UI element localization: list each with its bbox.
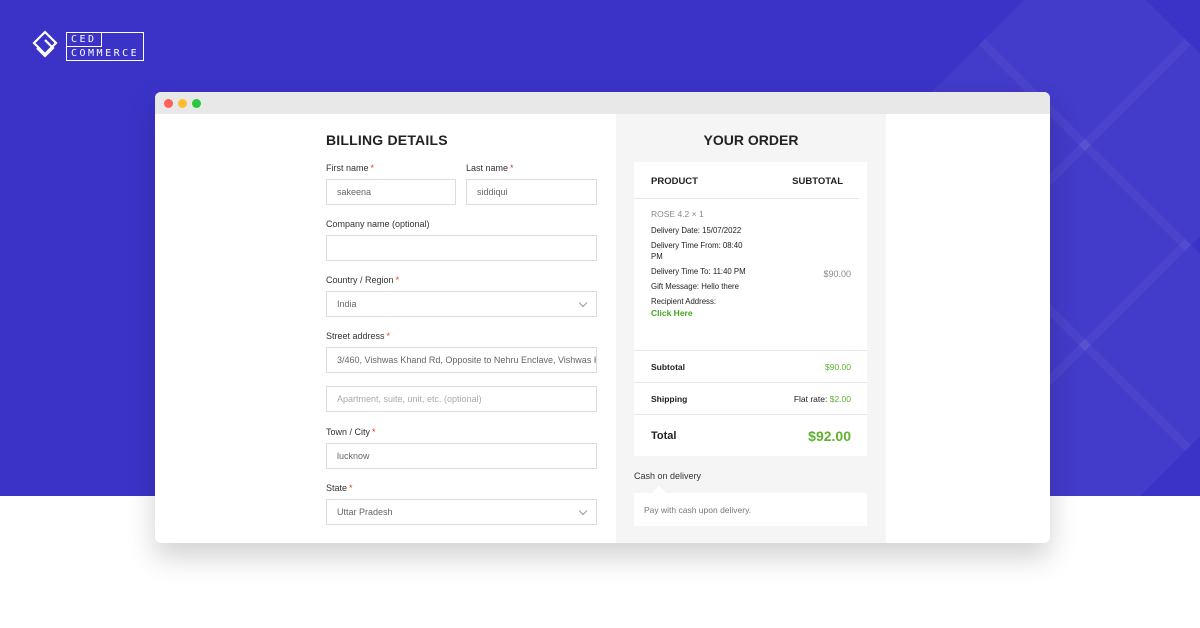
apartment-field[interactable]: Apartment, suite, unit, etc. (optional) [326, 386, 597, 412]
city-label: Town / City * [326, 427, 376, 437]
payment-method-label[interactable]: Cash on delivery [634, 471, 701, 481]
maximize-dot-icon[interactable] [192, 98, 201, 108]
city-field[interactable]: lucknow [326, 443, 597, 469]
required-mark: * [510, 163, 514, 173]
browser-window: BILLING DETAILS First name * sakeena Last… [155, 92, 1050, 543]
billing-details-section: BILLING DETAILS First name * sakeena Last… [326, 114, 598, 525]
order-line-item: ROSE 4.2 × 1 Delivery Date: 15/07/2022 D… [634, 199, 867, 351]
shipping-row: Shipping Flat rate: $2.00 [634, 383, 867, 415]
subtotal-value: $90.00 [825, 361, 851, 372]
order-title: YOUR ORDER [703, 132, 799, 148]
delivery-date: Delivery Date: 15/07/2022 [651, 226, 742, 235]
window-titlebar [155, 92, 1050, 114]
required-mark: * [370, 163, 375, 173]
required-mark: * [395, 275, 400, 285]
minimize-dot-icon[interactable] [178, 98, 187, 108]
delivery-time-from: Delivery Time From: 08:40 PM [651, 241, 743, 261]
product-column-header: PRODUCT [651, 176, 698, 187]
order-table: PRODUCT SUBTOTAL ROSE 4.2 × 1 Delivery D… [634, 162, 867, 456]
chevron-down-icon [578, 298, 588, 308]
street-label: Street address * [326, 331, 391, 341]
first-name-field[interactable]: sakeena [326, 179, 456, 205]
gift-message: Gift Message: Hello there [651, 282, 739, 291]
order-table-header: PRODUCT SUBTOTAL [634, 162, 859, 199]
street-address-field[interactable]: 3/460, Vishwas Khand Rd, Opposite to Neh… [326, 347, 597, 373]
required-mark: * [349, 483, 353, 493]
required-mark: * [386, 331, 391, 341]
payment-description-box: Pay with cash upon delivery. [634, 493, 867, 526]
country-label: Country / Region * [326, 275, 400, 285]
logo-line-1: CED [67, 32, 102, 47]
required-mark: * [372, 427, 376, 437]
state-label: State * [326, 483, 353, 493]
total-row: Total $92.00 [634, 415, 867, 456]
company-field[interactable] [326, 235, 597, 261]
item-price: $90.00 [823, 269, 851, 279]
logo-icon [32, 30, 58, 58]
logo-line-2: COMMERCE [71, 47, 140, 59]
company-label: Company name (optional) [326, 219, 430, 229]
subtotal-column-header: SUBTOTAL [792, 176, 843, 187]
state-select[interactable]: Uttar Pradesh [326, 499, 597, 525]
cedcommerce-logo: CED COMMERCE [32, 30, 145, 62]
first-name-label: First name * [326, 163, 375, 173]
last-name-field[interactable]: siddiqui [466, 179, 597, 205]
your-order-section: YOUR ORDER PRODUCT SUBTOTAL ROSE 4.2 × 1… [616, 114, 886, 543]
total-value: $92.00 [808, 427, 851, 444]
subtotal-label: Subtotal [651, 361, 685, 372]
country-select[interactable]: India [326, 291, 597, 317]
last-name-label: Last name * [466, 163, 514, 173]
shipping-label: Shipping [651, 393, 688, 404]
chevron-down-icon [578, 506, 588, 516]
country-value: India [337, 299, 357, 309]
state-value: Uttar Pradesh [337, 507, 393, 517]
close-dot-icon[interactable] [164, 98, 173, 108]
delivery-time-to: Delivery Time To: 11:40 PM [651, 267, 746, 276]
recipient-address-label: Recipient Address: [651, 297, 717, 306]
billing-title: BILLING DETAILS [326, 132, 448, 148]
recipient-address-link[interactable]: Click Here [651, 308, 867, 318]
logo-wordmark: CED COMMERCE [66, 31, 145, 61]
shipping-value: Flat rate: $2.00 [793, 393, 851, 404]
subtotal-row: Subtotal $90.00 [634, 351, 867, 383]
total-label: Total [651, 429, 677, 442]
product-name: ROSE 4.2 × 1 [651, 209, 704, 219]
